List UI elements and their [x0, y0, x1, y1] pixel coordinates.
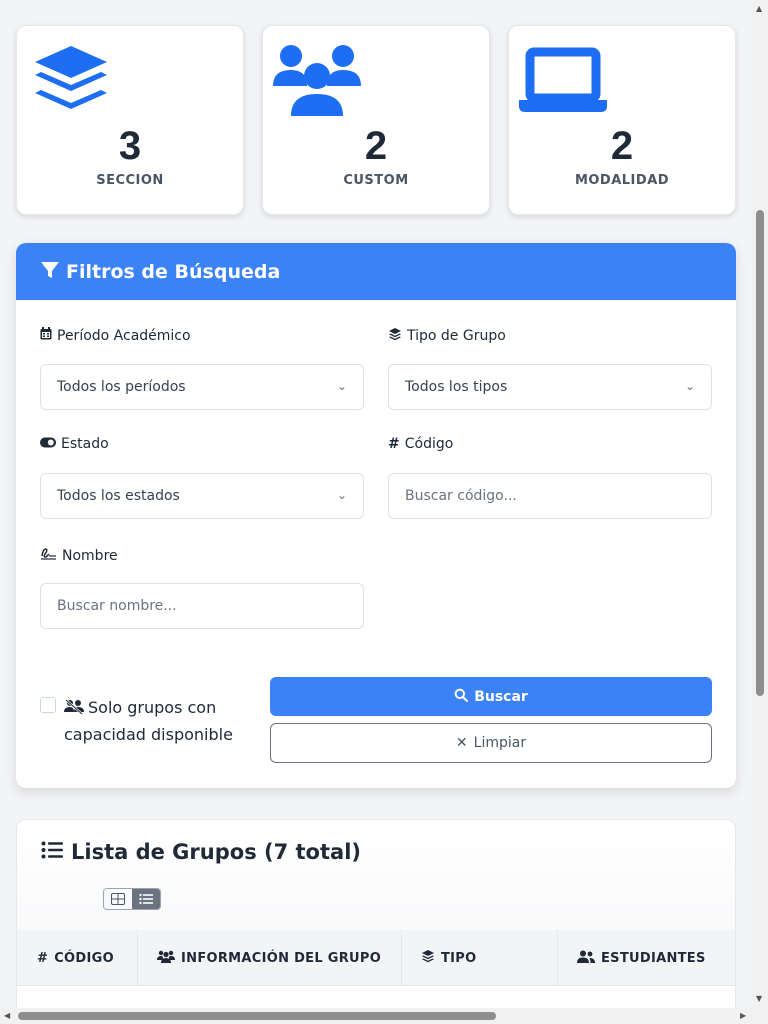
- chevron-down-icon: ⌄: [684, 379, 695, 393]
- chevron-down-icon: ⌄: [336, 488, 347, 502]
- search-icon: [454, 688, 469, 706]
- stat-label: SECCION: [96, 173, 164, 188]
- filters-panel: Filtros de Búsqueda Período Académico To…: [16, 243, 736, 788]
- view-toggle: [103, 888, 161, 910]
- close-icon: ✕: [455, 735, 468, 751]
- column-header-codigo[interactable]: # CÓDIGO: [37, 930, 114, 986]
- buscar-button[interactable]: Buscar: [270, 677, 712, 716]
- layers-icon: [31, 42, 111, 126]
- codigo-label: # Código: [388, 436, 454, 452]
- nombre-input[interactable]: Buscar nombre...: [40, 583, 364, 629]
- column-header-informacion[interactable]: INFORMACIÓN DEL GRUPO: [157, 930, 381, 986]
- scroll-left-icon[interactable]: ◀: [4, 1011, 10, 1020]
- laptop-icon: [517, 42, 609, 126]
- chevron-down-icon: ⌄: [336, 379, 347, 393]
- signature-icon: [40, 547, 57, 564]
- filter-icon: [40, 260, 60, 284]
- capacidad-checkbox[interactable]: [40, 697, 56, 713]
- capacidad-label[interactable]: Solo grupos con capacidad disponible: [64, 695, 254, 747]
- list-icon: [139, 890, 153, 909]
- estado-select[interactable]: Todos los estados ⌄: [40, 473, 364, 519]
- stat-value: 2: [364, 124, 388, 168]
- users-icon: [271, 42, 363, 126]
- layers-icon: [388, 327, 402, 345]
- scroll-right-icon[interactable]: ▶: [740, 1011, 746, 1020]
- stat-value: 3: [118, 124, 142, 168]
- grid-view-button[interactable]: [104, 889, 132, 909]
- column-header-tipo[interactable]: TIPO: [421, 930, 476, 986]
- hash-icon: #: [388, 436, 400, 452]
- hash-icon: #: [37, 950, 49, 966]
- limpiar-button[interactable]: ✕ Limpiar: [270, 723, 712, 763]
- periodo-select[interactable]: Todos los períodos ⌄: [40, 364, 364, 410]
- estado-label: Estado: [40, 436, 109, 452]
- grid-icon: [111, 890, 125, 909]
- horizontal-scrollbar[interactable]: ◀ ▶: [0, 1008, 752, 1024]
- stat-label: MODALIDAD: [574, 173, 670, 188]
- stat-card-custom: 2 CUSTOM: [262, 25, 490, 215]
- vertical-scrollbar[interactable]: ▲ ▼: [752, 0, 768, 1024]
- list-icon: [41, 840, 63, 864]
- codigo-input[interactable]: Buscar código...: [388, 473, 712, 519]
- tipo-label: Tipo de Grupo: [388, 327, 506, 345]
- users-icon: [157, 950, 175, 967]
- stat-value: 2: [610, 124, 634, 168]
- user-group-icon: [577, 950, 595, 967]
- periodo-label: Período Académico: [40, 327, 191, 344]
- scroll-down-icon[interactable]: ▼: [756, 994, 762, 1003]
- table-header: # CÓDIGO INFORMACIÓN DEL GRUPO TIPO ESTU…: [17, 930, 735, 986]
- tipo-select[interactable]: Todos los tipos ⌄: [388, 364, 712, 410]
- stat-card-seccion: 3 SECCION: [16, 25, 244, 215]
- layers-icon: [421, 949, 435, 967]
- stat-label: CUSTOM: [343, 173, 409, 188]
- stat-card-modalidad: 2 MODALIDAD: [508, 25, 736, 215]
- scroll-up-icon[interactable]: ▲: [756, 4, 762, 13]
- filters-title: Filtros de Búsqueda: [66, 260, 281, 283]
- list-title: Lista de Grupos (7 total): [41, 840, 361, 864]
- toggle-icon: [40, 436, 56, 452]
- calendar-icon: [40, 327, 52, 344]
- list-view-button[interactable]: [132, 889, 160, 909]
- horizontal-scroll-thumb[interactable]: [18, 1012, 496, 1020]
- filters-header: Filtros de Búsqueda: [16, 243, 736, 300]
- groups-list-panel: Lista de Grupos (7 total) # CÓDIGO INFOR…: [16, 819, 736, 1024]
- column-header-estudiantes[interactable]: ESTUDIANTES: [577, 930, 706, 986]
- nombre-label: Nombre: [40, 547, 118, 564]
- vertical-scroll-thumb[interactable]: [756, 210, 764, 696]
- user-slash-icon: [64, 697, 84, 722]
